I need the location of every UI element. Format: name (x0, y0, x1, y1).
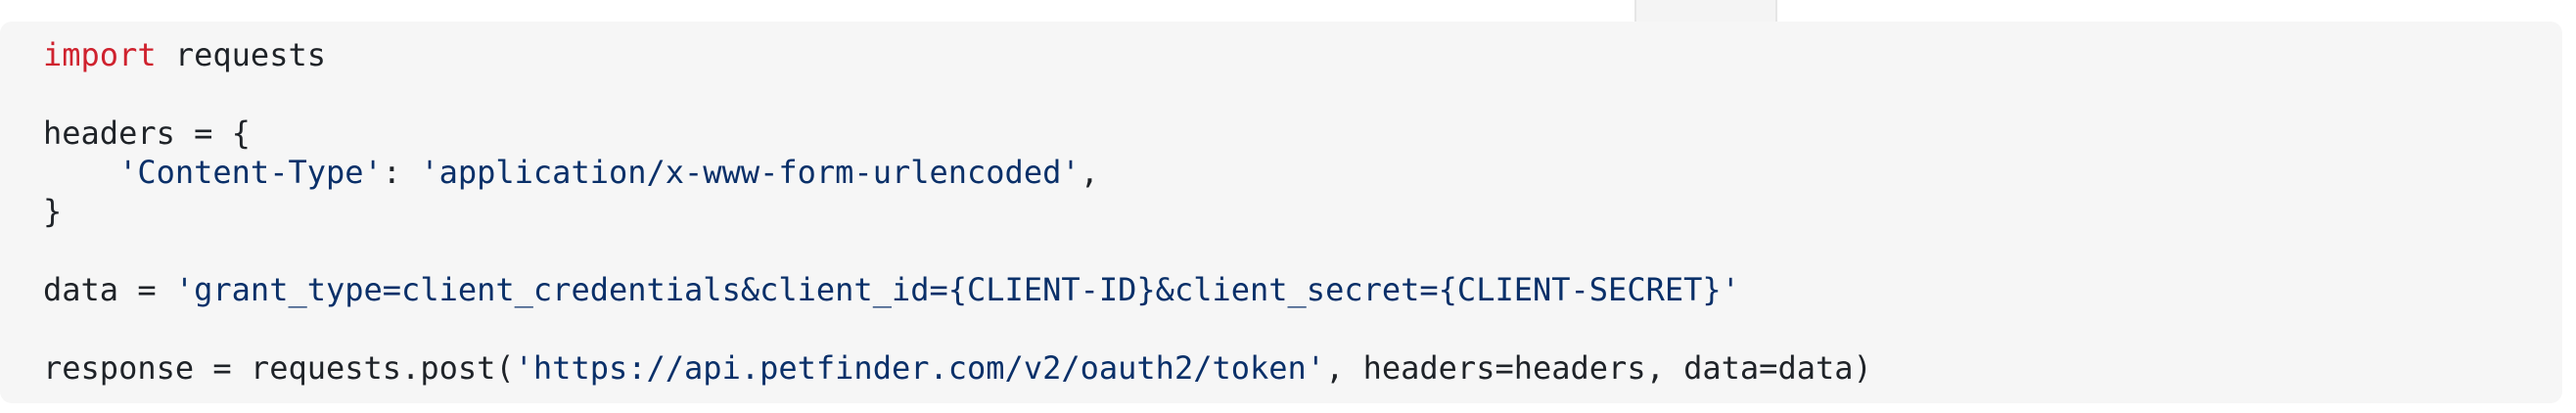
keyword-import: import (43, 36, 157, 73)
response-assign: response = requests.post( (43, 349, 515, 387)
code-block[interactable]: import requests headers = { 'Content-Type… (0, 22, 2562, 403)
code-line-7: data = 'grant_type=client_credentials&cl… (43, 270, 2562, 309)
code-line-9: response = requests.post('https://api.pe… (43, 348, 2562, 388)
call-args: , headers=headers, data=data) (1325, 349, 1872, 387)
import-target: requests (156, 36, 326, 73)
code-line-5: } (43, 192, 2562, 231)
comma: , (1080, 154, 1099, 191)
page: import requests headers = { 'Content-Type… (0, 0, 2576, 413)
header-value-string: 'application/x-www-form-urlencoded' (420, 154, 1081, 191)
code-line-3: headers = { (43, 114, 2562, 153)
colon-separator: : (382, 154, 421, 191)
code-line-4: 'Content-Type': 'application/x-www-form-… (43, 153, 2562, 192)
headers-close: } (43, 193, 63, 230)
code-line-1: import requests (43, 35, 2562, 74)
header-key-string: 'Content-Type' (118, 154, 383, 191)
url-string: 'https://api.petfinder.com/v2/oauth2/tok… (514, 349, 1326, 387)
code-tab-stub (1634, 0, 1777, 22)
code-content: import requests headers = { 'Content-Type… (0, 22, 2562, 388)
data-string: 'grant_type=client_credentials&client_id… (174, 271, 1740, 308)
data-assign: data = (43, 271, 175, 308)
headers-open: headers = { (43, 115, 251, 152)
